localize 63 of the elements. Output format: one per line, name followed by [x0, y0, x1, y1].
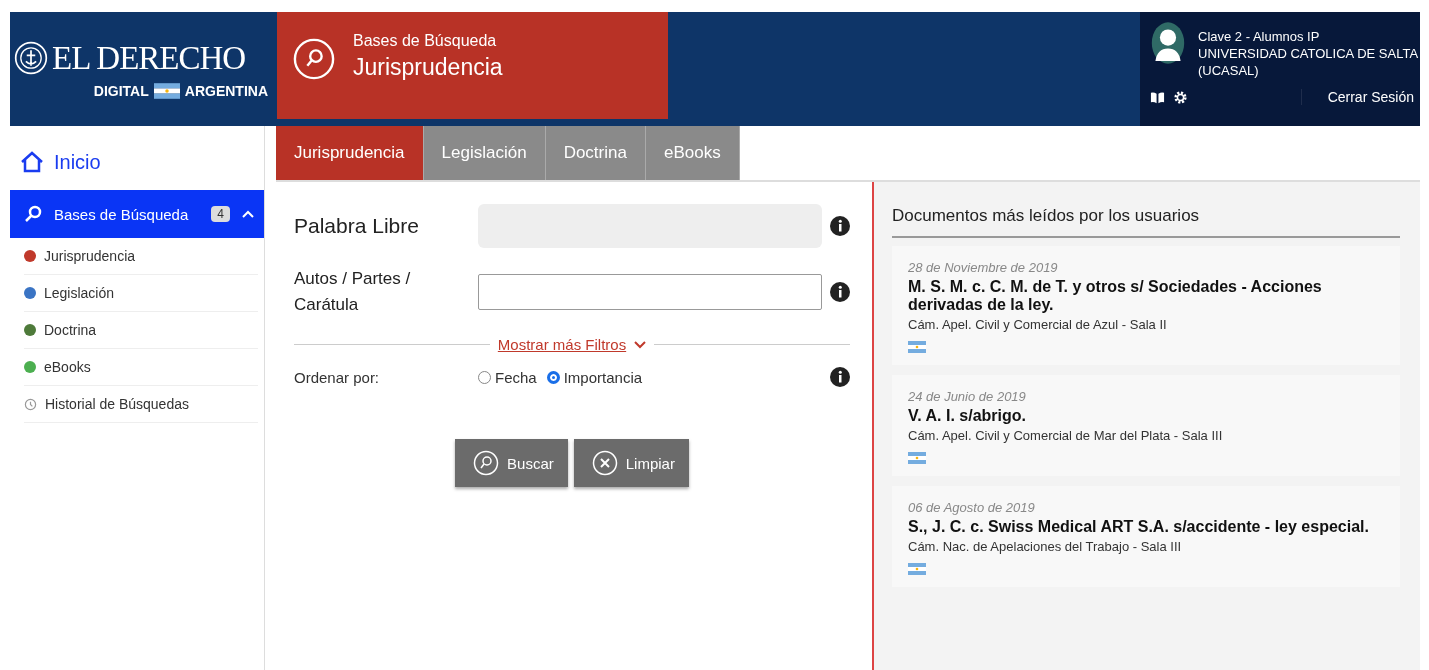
info-icon[interactable] [830, 367, 850, 387]
document-title[interactable]: V. A. I. s/abrigo. [908, 407, 1026, 425]
document-court: Cám. Apel. Civil y Comercial de Azul - Sala II [908, 317, 1167, 332]
document-court: Cám. Nac. de Apelaciones del Trabajo - Sala III [908, 539, 1182, 554]
info-icon[interactable] [830, 282, 850, 302]
document-date: 28 de Noviembre de 2019 [908, 260, 1058, 275]
flag-icon [153, 82, 180, 99]
flag-icon [908, 452, 926, 464]
sidebar-group-label: Bases de Búsqueda [54, 205, 190, 223]
logout-link[interactable]: Cerrar Sesión [1300, 89, 1414, 105]
clock-icon [24, 397, 37, 411]
search-icon [293, 38, 335, 80]
seal-icon [14, 41, 48, 75]
sidebar-item[interactable]: Jurisprudencia [24, 238, 258, 275]
field-label: Autos / Partes / Carátula [294, 268, 412, 316]
document-date: 06 de Agosto de 2019 [908, 500, 1035, 515]
panel-title: Documentos más leídos por los usuarios [892, 206, 1400, 238]
radio-label: Importancia [563, 368, 643, 386]
document-title[interactable]: M. S. M. c. C. M. de T. y otros s/ Sociedades - Acciones derivadas de la ley. [908, 278, 1384, 314]
sidebar-item[interactable]: Legislación [24, 275, 258, 312]
chevron-down-icon [634, 340, 647, 349]
count-badge: 4 [211, 206, 230, 222]
sidebar-item[interactable]: Doctrina [24, 312, 258, 349]
clear-button[interactable]: Limpiar [573, 439, 689, 487]
document-title[interactable]: S., J. C. c. Swiss Medical ART S.A. s/accidente - ley especial. [908, 518, 1369, 536]
close-icon [591, 450, 618, 476]
document-court: Cám. Apel. Civil y Comercial de Mar del Plata - Sala III [908, 428, 1223, 443]
radio-label: Fecha [495, 368, 537, 386]
logo-subtitle: ARGENTINA [184, 82, 268, 99]
search-button[interactable]: Buscar [455, 439, 568, 487]
more-filters-link[interactable]: Mostrar más Filtros [497, 336, 627, 353]
home-icon [20, 151, 44, 173]
document-card[interactable]: 28 de Noviembre de 2019 M. S. M. c. C. M. de T. y otros s/ Sociedades - Acciones derivadas de la ley. Cám. Apel. Civil y Comercial de Azul - Sala II [892, 246, 1400, 365]
radio-button[interactable] [478, 370, 491, 384]
info-icon[interactable] [830, 216, 850, 236]
avatar-silhouette [1150, 20, 1186, 66]
radio-button[interactable] [546, 370, 560, 384]
radio-option[interactable]: Importancia [546, 368, 643, 386]
input-field[interactable] [478, 274, 822, 310]
search-icon [473, 450, 500, 476]
user-info-text: Clave 2 - Alumnos IP [1198, 28, 1321, 45]
logo-panel[interactable]: EL DERECHO DIGITAL ARGENTINA [10, 12, 276, 126]
user-info-text: UNIVERSIDAD CATOLICA DE SALTA [1198, 45, 1419, 62]
home-link[interactable]: Inicio [10, 144, 264, 180]
sort-label: Ordenar por: [294, 368, 381, 386]
user-info-text: (UCASAL) [1198, 62, 1260, 79]
logo-title: EL DERECHO [52, 39, 246, 77]
sidebar-item[interactable]: eBooks [24, 349, 258, 386]
document-card[interactable]: 24 de Junio de 2019 V. A. I. s/abrigo. Cám. Apel. Civil y Comercial de Mar del Plata - Sala III [892, 375, 1400, 476]
field-label: Palabra Libre [294, 213, 420, 239]
section-title: Jurisprudencia [353, 54, 503, 81]
radio-option[interactable]: Fecha [478, 368, 537, 386]
sidebar-group-header[interactable]: Bases de Búsqueda 4 [10, 190, 264, 238]
section-label: Bases de Búsqueda [353, 32, 498, 50]
search-icon [24, 205, 42, 223]
document-date: 24 de Junio de 2019 [908, 389, 1026, 404]
sidebar-item[interactable]: Historial de Búsquedas [24, 386, 258, 423]
flag-icon [908, 563, 926, 575]
document-card[interactable]: 06 de Agosto de 2019 S., J. C. c. Swiss Medical ART S.A. s/accidente - ley especial. Cám. Nac. de Apelaciones del Trabajo - Sala III [892, 486, 1400, 587]
flag-icon [908, 341, 926, 353]
logo-subtitle: DIGITAL [93, 82, 149, 99]
tab[interactable]: Jurisprudencia [276, 126, 424, 180]
settings-icon[interactable] [1173, 89, 1188, 105]
